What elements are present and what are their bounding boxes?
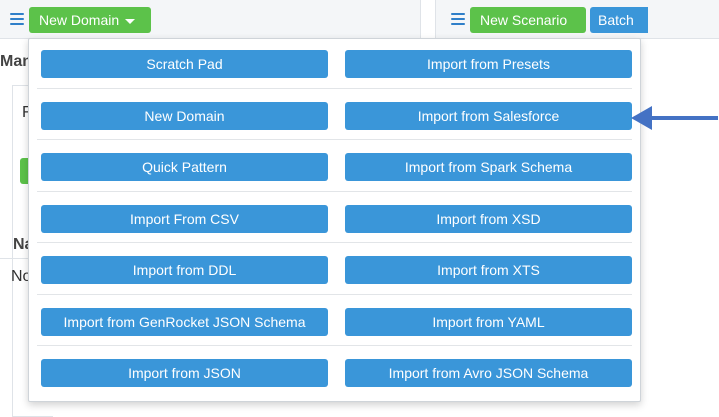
left-arrow-pointer	[631, 106, 718, 130]
menu-divider	[37, 345, 632, 346]
new-domain-button-label: New Domain	[39, 12, 120, 28]
batch-button[interactable]: Batch	[590, 7, 648, 33]
background-divider	[0, 258, 28, 259]
menu-item-new-domain[interactable]: New Domain	[41, 102, 328, 130]
hamburger-menu-icon-right[interactable]	[451, 13, 465, 25]
menu-divider	[37, 139, 632, 140]
menu-item-import-presets[interactable]: Import from Presets	[345, 50, 632, 78]
menu-item-import-spark-schema[interactable]: Import from Spark Schema	[345, 153, 632, 181]
new-scenario-button[interactable]: New Scenario	[470, 7, 586, 33]
menu-item-import-json[interactable]: Import from JSON	[41, 359, 328, 387]
new-scenario-button-label: New Scenario	[480, 12, 568, 28]
batch-button-label: Batch	[598, 12, 634, 28]
menu-item-import-xsd[interactable]: Import from XSD	[345, 205, 632, 233]
menu-item-import-avro-json-schema[interactable]: Import from Avro JSON Schema	[345, 359, 632, 387]
new-domain-button[interactable]: New Domain	[29, 7, 151, 33]
caret-down-icon	[125, 18, 136, 24]
menu-divider	[37, 294, 632, 295]
menu-item-import-salesforce[interactable]: Import from Salesforce	[345, 102, 632, 130]
menu-item-import-genrocket-json-schema[interactable]: Import from GenRocket JSON Schema	[41, 308, 328, 336]
hamburger-menu-icon[interactable]	[10, 13, 24, 25]
new-domain-dropdown-menu: Scratch Pad New Domain Quick Pattern Imp…	[28, 38, 641, 402]
menu-item-quick-pattern[interactable]: Quick Pattern	[41, 153, 328, 181]
menu-divider	[37, 191, 632, 192]
menu-divider	[37, 242, 632, 243]
menu-item-import-ddl[interactable]: Import from DDL	[41, 256, 328, 284]
menu-item-import-csv[interactable]: Import From CSV	[41, 205, 328, 233]
menu-divider	[37, 88, 632, 89]
menu-item-import-xts[interactable]: Import from XTS	[345, 256, 632, 284]
menu-item-import-yaml[interactable]: Import from YAML	[345, 308, 632, 336]
menu-item-scratch-pad[interactable]: Scratch Pad	[41, 50, 328, 78]
